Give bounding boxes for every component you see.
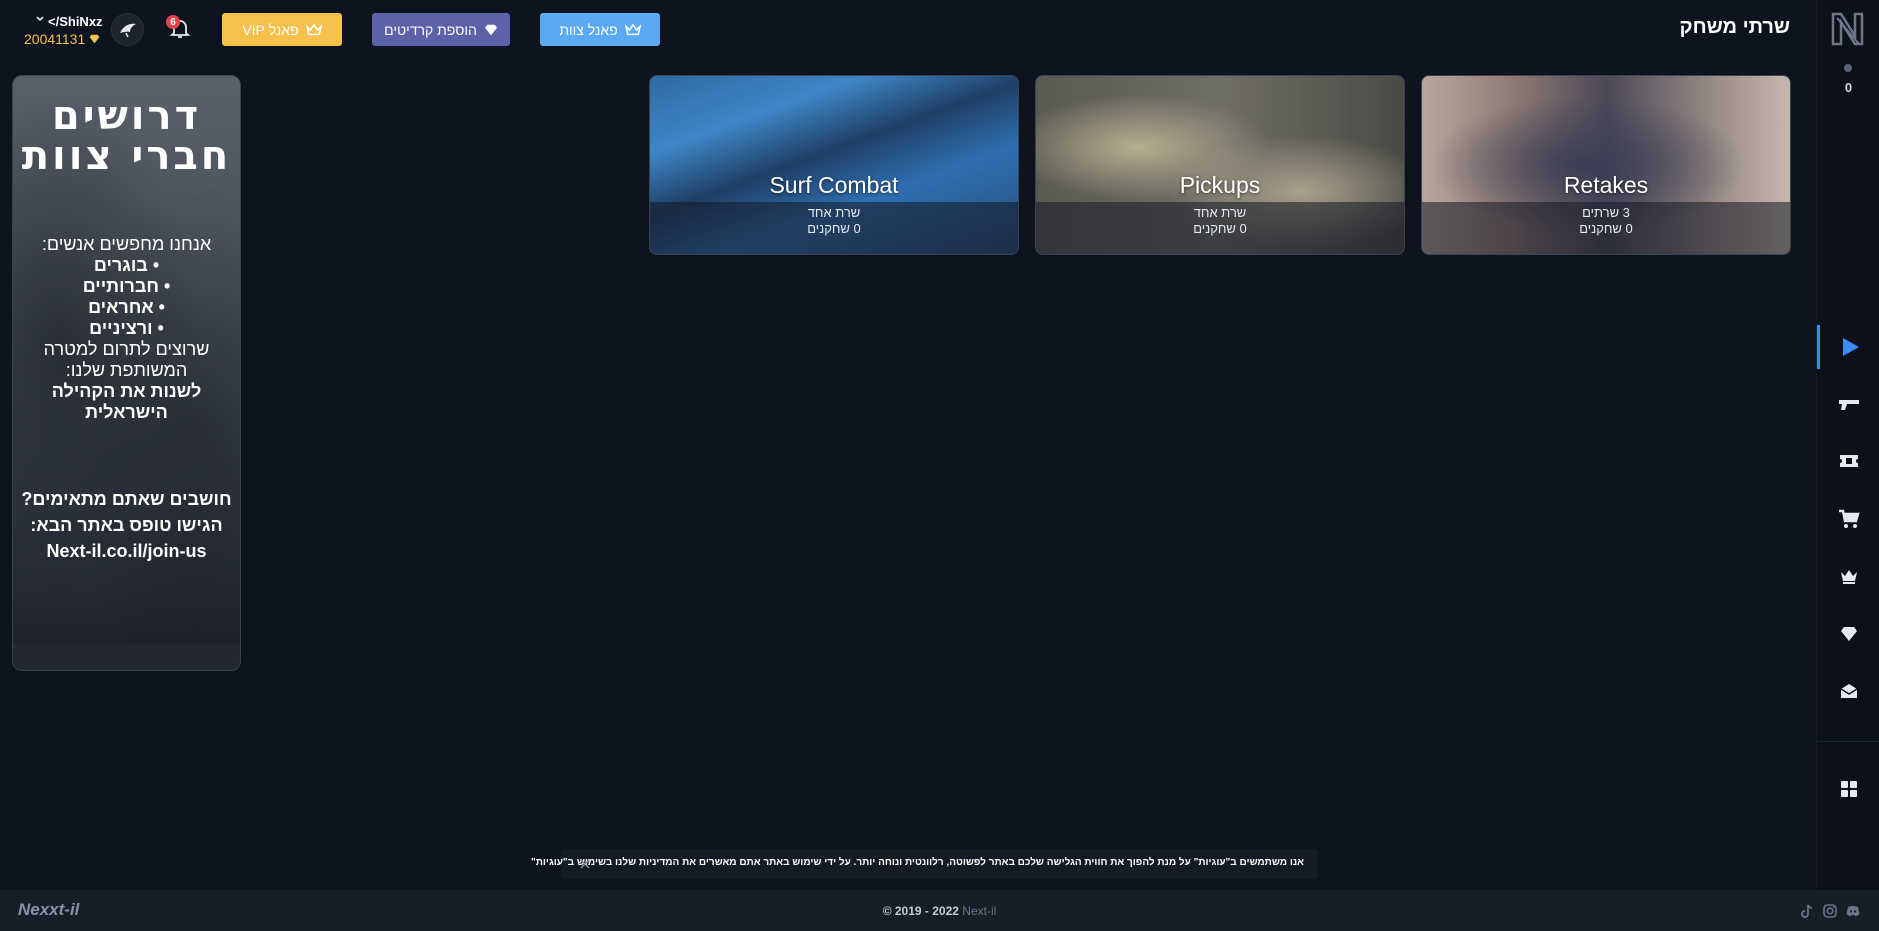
username[interactable]: </ShiNxz bbox=[48, 14, 103, 29]
diamond-icon bbox=[484, 24, 497, 35]
mode-card-pickups[interactable]: Pickups שרת אחד 0 שחקנים bbox=[1035, 75, 1405, 255]
copyright-years: © 2019 - 2022 bbox=[882, 904, 959, 918]
copyright: © 2019 - 2022 Next-il bbox=[0, 904, 1879, 918]
ticket-icon bbox=[1839, 455, 1858, 467]
mode-servers: שרת אחד bbox=[1193, 205, 1247, 220]
online-count: 0 bbox=[1844, 80, 1853, 95]
team-panel-label: פאנל צוות bbox=[559, 21, 618, 38]
bird-icon bbox=[119, 23, 136, 37]
banner-title-line2: חברי צוות bbox=[21, 133, 232, 179]
crown-icon bbox=[1840, 570, 1857, 584]
credits-balance: 20041131 bbox=[24, 31, 100, 47]
grid-icon bbox=[1840, 781, 1857, 797]
sidebar-item-apps[interactable] bbox=[1817, 767, 1879, 811]
sidebar-item-store[interactable] bbox=[1817, 497, 1879, 541]
banner-intro: אנחנו מחפשים אנשים: bbox=[41, 234, 212, 254]
cookie-notice: אנו משתמשים ב"עוגיות" על מנת להפוך את חו… bbox=[531, 849, 1318, 879]
avatar[interactable] bbox=[111, 13, 144, 46]
chevron-down-icon[interactable] bbox=[36, 16, 44, 22]
add-credits-button[interactable]: הוספת קרדיטים bbox=[372, 13, 510, 46]
add-credits-label: הוספת קרדיטים bbox=[384, 21, 477, 38]
sidebar-item-credits[interactable] bbox=[1817, 612, 1879, 656]
page-title: שרתי משחק bbox=[1679, 16, 1791, 38]
footer: Nexxt-il © 2019 - 2022 Next-il bbox=[0, 890, 1879, 931]
sidebar-item-vip[interactable] bbox=[1817, 554, 1879, 598]
vip-panel-button[interactable]: פאנל VIP bbox=[222, 13, 342, 46]
sidebar-item-tickets[interactable] bbox=[1817, 439, 1879, 483]
discord-icon[interactable] bbox=[1845, 903, 1861, 919]
mode-card-surf-combat[interactable]: Surf Combat שרת אחד 0 שחקנים bbox=[649, 75, 1019, 255]
play-icon bbox=[1843, 338, 1859, 356]
sidebar: 0 bbox=[1816, 0, 1879, 890]
sidebar-item-messages[interactable] bbox=[1817, 669, 1879, 713]
banner-bullet: • חברותיים bbox=[82, 276, 171, 296]
sidebar-item-weapons[interactable] bbox=[1817, 382, 1879, 426]
vip-panel-label: פאנל VIP bbox=[242, 21, 299, 38]
banner-line: שרוצים לתרום למטרה bbox=[43, 339, 210, 359]
mode-servers: 3 שרתים bbox=[1582, 205, 1630, 220]
diamond-icon bbox=[89, 34, 100, 44]
banner-cta-question: חושבים שאתם מתאימים? bbox=[21, 489, 232, 509]
close-icon[interactable] bbox=[579, 858, 591, 870]
cookie-notice-text: אנו משתמשים ב"עוגיות" על מנת להפוך את חו… bbox=[530, 857, 1304, 868]
mode-name: Pickups bbox=[1179, 172, 1261, 198]
recruitment-banner[interactable]: דרושים חברי צוות אנחנו מחפשים אנשים: • ב… bbox=[12, 75, 241, 671]
banner-title-line1: דרושים bbox=[51, 93, 202, 139]
banner-line: לשנות את הקהילה bbox=[51, 381, 202, 401]
banner-footer bbox=[13, 644, 240, 670]
mode-name: Retakes bbox=[1563, 172, 1649, 198]
credits-value: 20041131 bbox=[24, 31, 86, 47]
diamond-icon bbox=[1840, 627, 1857, 641]
tiktok-icon[interactable] bbox=[1799, 903, 1815, 919]
mode-card-retakes[interactable]: Retakes 3 שרתים 0 שחקנים bbox=[1421, 75, 1791, 255]
sidebar-divider bbox=[1817, 741, 1879, 742]
sidebar-item-servers[interactable] bbox=[1817, 325, 1879, 369]
site-logo-icon[interactable] bbox=[1831, 10, 1865, 48]
banner-cta-apply: הגישו טופס באתר הבא: bbox=[30, 515, 223, 535]
mode-players: 0 שחקנים bbox=[807, 221, 861, 236]
banner-bullet: • בוגרים bbox=[93, 255, 160, 275]
instagram-icon[interactable] bbox=[1822, 903, 1838, 919]
crown-icon bbox=[305, 22, 322, 35]
banner-line: המשותפת שלנו: bbox=[65, 360, 188, 380]
online-status-dot bbox=[1844, 64, 1852, 72]
mode-players: 0 שחקנים bbox=[1579, 221, 1633, 236]
mode-players: 0 שחקנים bbox=[1193, 221, 1247, 236]
team-panel-button[interactable]: פאנל צוות bbox=[540, 13, 660, 46]
crown-icon bbox=[624, 22, 641, 35]
banner-line: הישראלית bbox=[85, 402, 168, 422]
cart-icon bbox=[1838, 509, 1860, 528]
banner-bullet: • אחראים bbox=[88, 297, 165, 317]
banner-body: אנחנו מחפשים אנשים: • בוגרים • חברותיים … bbox=[13, 234, 240, 423]
copyright-brand: Next-il bbox=[962, 904, 997, 918]
banner-bullet: • ורציניים bbox=[89, 318, 164, 338]
mode-name: Surf Combat bbox=[769, 172, 899, 198]
banner-cta: חושבים שאתם מתאימים? הגישו טופס באתר הבא… bbox=[13, 486, 240, 564]
notifications-badge: 6 bbox=[166, 15, 180, 29]
mode-servers: שרת אחד bbox=[807, 205, 861, 220]
gun-icon bbox=[1838, 400, 1859, 410]
mail-icon bbox=[1840, 684, 1857, 698]
banner-cta-url[interactable]: Next-il.co.il/join-us bbox=[13, 538, 240, 564]
banner-title: דרושים חברי צוות bbox=[13, 96, 240, 176]
